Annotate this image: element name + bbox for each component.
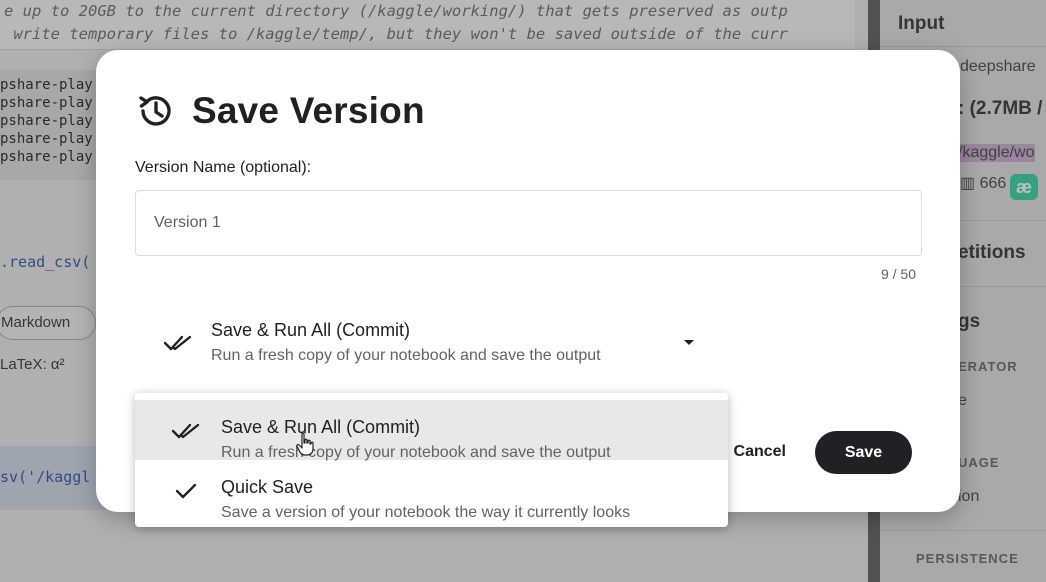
chevron-down-icon — [684, 340, 694, 345]
check-icon — [175, 483, 197, 499]
dialog-title: Save Version — [192, 90, 425, 131]
save-button[interactable]: Save — [815, 431, 912, 474]
save-type-select[interactable]: Save & Run All (Commit) Run a fresh copy… — [135, 308, 715, 376]
menu-item-title: Save & Run All (Commit) — [221, 417, 421, 437]
menu-item-save-run-all[interactable]: Save & Run All (Commit) Run a fresh copy… — [135, 400, 728, 461]
selected-option-title: Save & Run All (Commit) — [211, 320, 411, 340]
version-name-label: Version Name (optional): — [135, 159, 312, 176]
selected-option-description: Run a fresh copy of your notebook and sa… — [211, 347, 601, 364]
menu-item-quick-save[interactable]: Quick Save Save a version of your notebo… — [135, 460, 728, 521]
character-counter: 9 / 50 — [880, 266, 916, 282]
dialog-header: Save Version — [136, 90, 425, 132]
double-check-icon — [163, 335, 192, 351]
menu-item-description: Save a version of your notebook the way … — [221, 504, 631, 521]
history-icon — [139, 96, 171, 126]
version-name-input[interactable] — [135, 190, 922, 256]
hand-pointer-cursor-icon — [296, 432, 314, 456]
menu-item-title: Quick Save — [221, 477, 314, 497]
save-type-menu: Save & Run All (Commit) Run a fresh copy… — [135, 393, 728, 527]
double-check-icon — [171, 423, 200, 439]
